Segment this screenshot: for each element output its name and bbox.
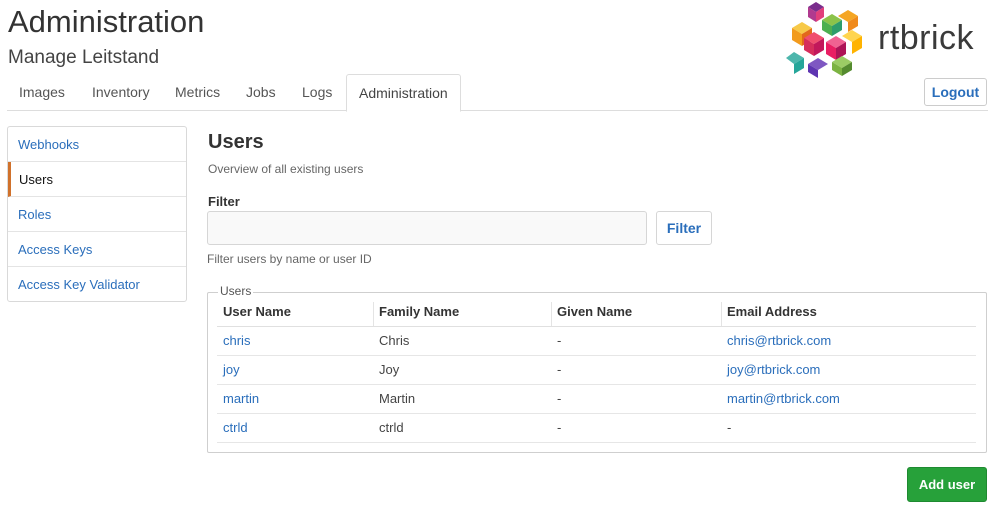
given-name-cell: - [551,326,721,356]
page-subtitle: Manage Leitstand [8,47,160,68]
table-row: martin Martin - martin@rtbrick.com [217,384,976,414]
logo-text: rtbrick [878,19,975,57]
family-name-cell: Chris [373,326,551,356]
given-name-cell: - [551,384,721,414]
logo-cubes-icon [786,2,862,78]
user-name-link[interactable]: martin [217,384,373,414]
admin-side-menu: Webhooks Users Roles Access Keys Access … [7,126,187,302]
main-nav-tabs: Images Inventory Metrics Jobs Logs Admin… [7,74,988,112]
users-table: User Name Family Name Given Name Email A… [217,298,976,443]
logout-button[interactable]: Logout [924,78,987,106]
column-header-family-name: Family Name [373,298,551,327]
family-name-cell: ctrld [373,413,551,443]
user-name-link[interactable]: joy [217,355,373,385]
table-row: chris Chris - chris@rtbrick.com [217,326,976,356]
sidebar-item-webhooks[interactable]: Webhooks [8,127,186,162]
user-name-link[interactable]: chris [217,326,373,356]
sidebar-item-roles[interactable]: Roles [8,197,186,232]
tab-images[interactable]: Images [7,74,77,111]
table-row: joy Joy - joy@rtbrick.com [217,355,976,385]
content-title: Users [208,131,264,153]
sidebar-item-access-keys[interactable]: Access Keys [8,232,186,267]
rtbrick-logo: rtbrick [786,2,990,78]
table-header-row: User Name Family Name Given Name Email A… [217,298,976,327]
tab-inventory[interactable]: Inventory [80,74,162,111]
given-name-cell: - [551,355,721,385]
table-row: ctrld ctrld - - [217,413,976,443]
filter-input[interactable] [207,211,647,245]
filter-help-text: Filter users by name or user ID [207,252,372,266]
email-cell: - [721,413,976,443]
email-link[interactable]: chris@rtbrick.com [721,326,976,356]
tab-administration[interactable]: Administration [346,74,461,112]
users-fieldset-legend: Users [218,284,254,298]
given-name-cell: - [551,413,721,443]
content-description: Overview of all existing users [208,162,364,176]
page-title: Administration [8,4,205,39]
tab-jobs[interactable]: Jobs [234,74,288,111]
column-header-email: Email Address [721,298,976,327]
add-user-button[interactable]: Add user [907,467,987,502]
user-name-link[interactable]: ctrld [217,413,373,443]
sidebar-item-users[interactable]: Users [8,162,186,197]
family-name-cell: Martin [373,384,551,414]
column-header-user-name: User Name [217,298,373,327]
column-header-given-name: Given Name [551,298,721,327]
email-link[interactable]: joy@rtbrick.com [721,355,976,385]
sidebar-item-access-key-validator[interactable]: Access Key Validator [8,267,186,302]
email-link[interactable]: martin@rtbrick.com [721,384,976,414]
filter-label: Filter [208,194,240,209]
filter-button[interactable]: Filter [656,211,712,245]
tab-logs[interactable]: Logs [290,74,344,111]
tab-metrics[interactable]: Metrics [163,74,232,111]
family-name-cell: Joy [373,355,551,385]
